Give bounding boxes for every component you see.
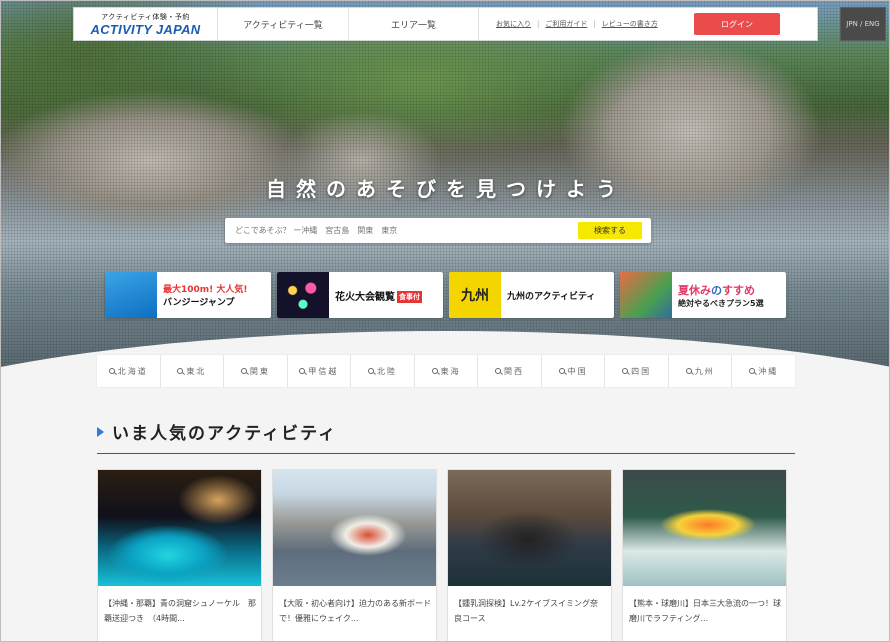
meal-included-badge: 食事付 [397, 290, 422, 303]
link-favorites[interactable]: お気に入り [496, 19, 531, 29]
banner-title: 花火大会観覧 食事付 [335, 290, 422, 303]
activity-title: 【大阪・初心者向け】迫力のある新ボードで！優雅にウェイク... [279, 599, 431, 623]
search-icon [299, 368, 306, 374]
region-hokuriku[interactable]: 北陸 [351, 355, 415, 387]
search-icon [240, 368, 247, 374]
activity-photo-rafting [623, 470, 786, 586]
hero-tagline: 自然のあそびを見つけよう [266, 177, 626, 201]
link-guide[interactable]: ご利用ガイド [545, 19, 587, 29]
region-chugoku[interactable]: 中国 [542, 355, 606, 387]
activity-card[interactable]: 【大阪・初心者向け】迫力のある新ボードで！優雅にウェイク... [272, 469, 437, 641]
region-hokkaido[interactable]: 北海道 [97, 355, 161, 387]
logo-wordmark: ACTIVITY JAPAN [90, 21, 201, 37]
site-header: アクティビティ体験・予約 ACTIVITY JAPAN アクティビティ一覧 エリ… [73, 7, 818, 41]
link-separator: | [537, 20, 540, 28]
kyushu-logo: 九州 [449, 272, 501, 318]
region-kyushu[interactable]: 九州 [669, 355, 733, 387]
link-separator: | [593, 20, 596, 28]
summer-kids-photo [620, 272, 672, 318]
header-links: お気に入り | ご利用ガイド | レビューの書き方 [496, 8, 658, 40]
language-switch[interactable]: JPN / ENG [840, 7, 886, 41]
region-okinawa[interactable]: 沖縄 [732, 355, 795, 387]
login-button[interactable]: ログイン [694, 13, 780, 35]
search-input[interactable] [235, 218, 565, 243]
triangle-bullet-icon [97, 426, 104, 437]
banner-fireworks[interactable]: 花火大会観覧 食事付 [277, 272, 443, 318]
activity-photo-cave-swimming [448, 470, 611, 586]
activity-photo-blue-cave [98, 470, 261, 586]
banner-subtitle: バンジージャンプ [163, 298, 235, 308]
region-bar: 北海道 東北 関東 甲信越 北陸 東海 関西 中国 四国 九州 沖縄 [97, 355, 795, 387]
bungee-jump-photo [105, 272, 157, 318]
region-koshinetsu[interactable]: 甲信越 [288, 355, 352, 387]
banner-bungee-jump[interactable]: 最大100m! 大人気! バンジージャンプ [105, 272, 271, 318]
activity-card[interactable]: 【鍾乳洞探検】Lv.2ケイブスイミング奈良コース [447, 469, 612, 641]
banner-summer-vacation[interactable]: 夏休みのすすめ 絶対やるべきプラン5選 [620, 272, 786, 318]
fireworks-photo [277, 272, 329, 318]
section-title-popular: いま人気のアクティビティ [97, 419, 337, 444]
search-icon [685, 368, 692, 374]
nav-area-list[interactable]: エリア一覧 [349, 8, 479, 40]
activity-card[interactable]: 【熊本・球磨川】日本三大急流の一つ！球磨川でラフティング... [622, 469, 787, 641]
activity-photo-wakeboard-boat [273, 470, 436, 586]
search-icon [495, 368, 502, 374]
search-icon [108, 368, 115, 374]
logo-subtitle: アクティビティ体験・予約 [101, 12, 190, 21]
region-kansai[interactable]: 関西 [478, 355, 542, 387]
search-icon [558, 368, 565, 374]
link-review-guide[interactable]: レビューの書き方 [602, 19, 658, 29]
region-shikoku[interactable]: 四国 [605, 355, 669, 387]
activity-card[interactable]: 【沖縄・那覇】青の洞窟シュノーケル 那覇送迎つき （4時間... [97, 469, 262, 641]
activity-title: 【沖縄・那覇】青の洞窟シュノーケル 那覇送迎つき （4時間... [104, 599, 256, 623]
banner-title: 九州のアクティビティ [507, 291, 596, 302]
activity-title: 【鍾乳洞探検】Lv.2ケイブスイミング奈良コース [454, 599, 599, 623]
banner-kyushu[interactable]: 九州 九州のアクティビティ [449, 272, 614, 318]
browser-viewport: アクティビティ体験・予約 ACTIVITY JAPAN アクティビティ一覧 エリ… [0, 0, 890, 642]
search-icon [177, 368, 184, 374]
site-logo[interactable]: アクティビティ体験・予約 ACTIVITY JAPAN [74, 8, 218, 40]
region-tohoku[interactable]: 東北 [161, 355, 225, 387]
banner-title: 最大100m! 大人気! [163, 285, 248, 295]
region-tokai[interactable]: 東海 [415, 355, 479, 387]
search-icon [622, 368, 629, 374]
search-icon [367, 368, 374, 374]
region-kanto[interactable]: 関東 [224, 355, 288, 387]
nav-activity-list[interactable]: アクティビティ一覧 [218, 8, 349, 40]
activity-title: 【熊本・球磨川】日本三大急流の一つ！球磨川でラフティング... [629, 599, 781, 623]
search-icon [749, 368, 756, 374]
search-icon [431, 368, 438, 374]
search-box: 検索する [225, 218, 651, 243]
search-button[interactable]: 検索する [578, 222, 642, 239]
banner-title: 夏休みのすすめ [678, 283, 755, 297]
section-divider [97, 453, 795, 454]
banner-subtitle: 絶対やるべきプラン5選 [678, 298, 764, 308]
